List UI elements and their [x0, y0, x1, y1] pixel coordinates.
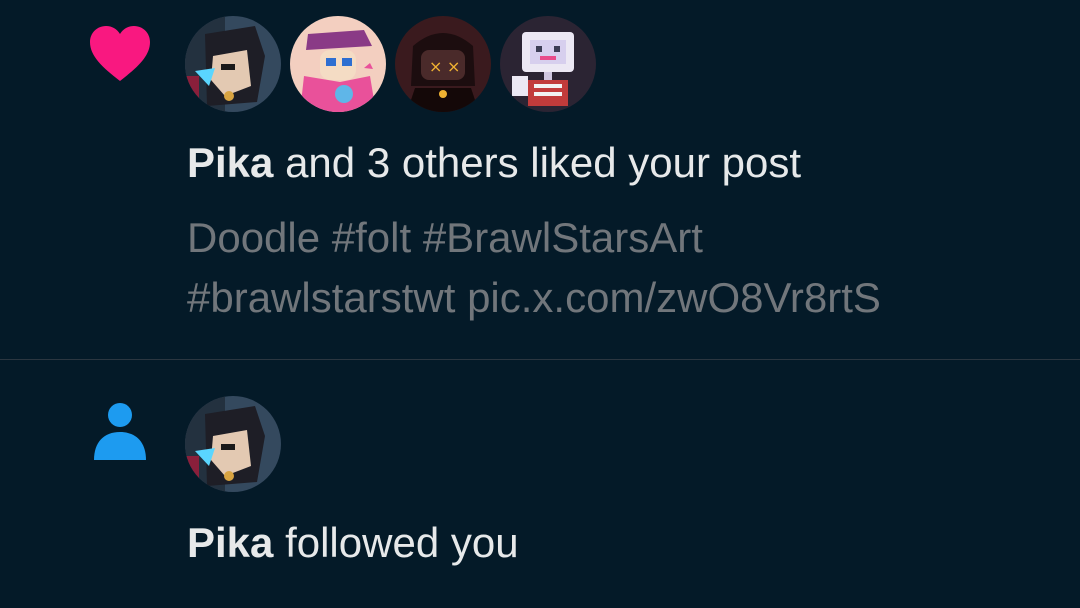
actor-name[interactable]: Pika — [187, 519, 273, 566]
notifications-feed: × × Pika and 3 others liked your post Do… — [0, 0, 1080, 608]
post-preview-line: #brawlstarstwt pic.x.com/zwO8Vr8rtS — [187, 274, 881, 321]
follow-notification[interactable] — [0, 360, 1080, 608]
liker-avatars: × × — [185, 16, 596, 112]
avatar-pika[interactable] — [185, 396, 281, 492]
avatar-3[interactable]: × × — [395, 16, 491, 112]
post-preview-line: Doodle #folt #BrawlStarsArt — [187, 214, 703, 261]
avatar-2[interactable] — [290, 16, 386, 112]
liked-post-preview[interactable]: Doodle #folt #BrawlStarsArt #brawlstarst… — [187, 208, 1047, 328]
avatar-pika[interactable] — [185, 16, 281, 112]
svg-text:×: × — [429, 57, 442, 76]
actor-name[interactable]: Pika — [187, 139, 273, 186]
like-notification[interactable]: × × Pika and 3 others liked your post Do… — [0, 0, 1080, 359]
person-icon — [94, 403, 146, 460]
svg-text:×: × — [447, 57, 460, 76]
follow-summary-text: followed you — [273, 519, 519, 566]
avatar-4[interactable] — [500, 16, 596, 112]
heart-icon — [90, 26, 150, 81]
like-summary: Pika and 3 others liked your post — [187, 138, 801, 188]
follow-summary: Pika followed you — [187, 518, 519, 568]
like-summary-text: and 3 others liked your post — [273, 139, 802, 186]
